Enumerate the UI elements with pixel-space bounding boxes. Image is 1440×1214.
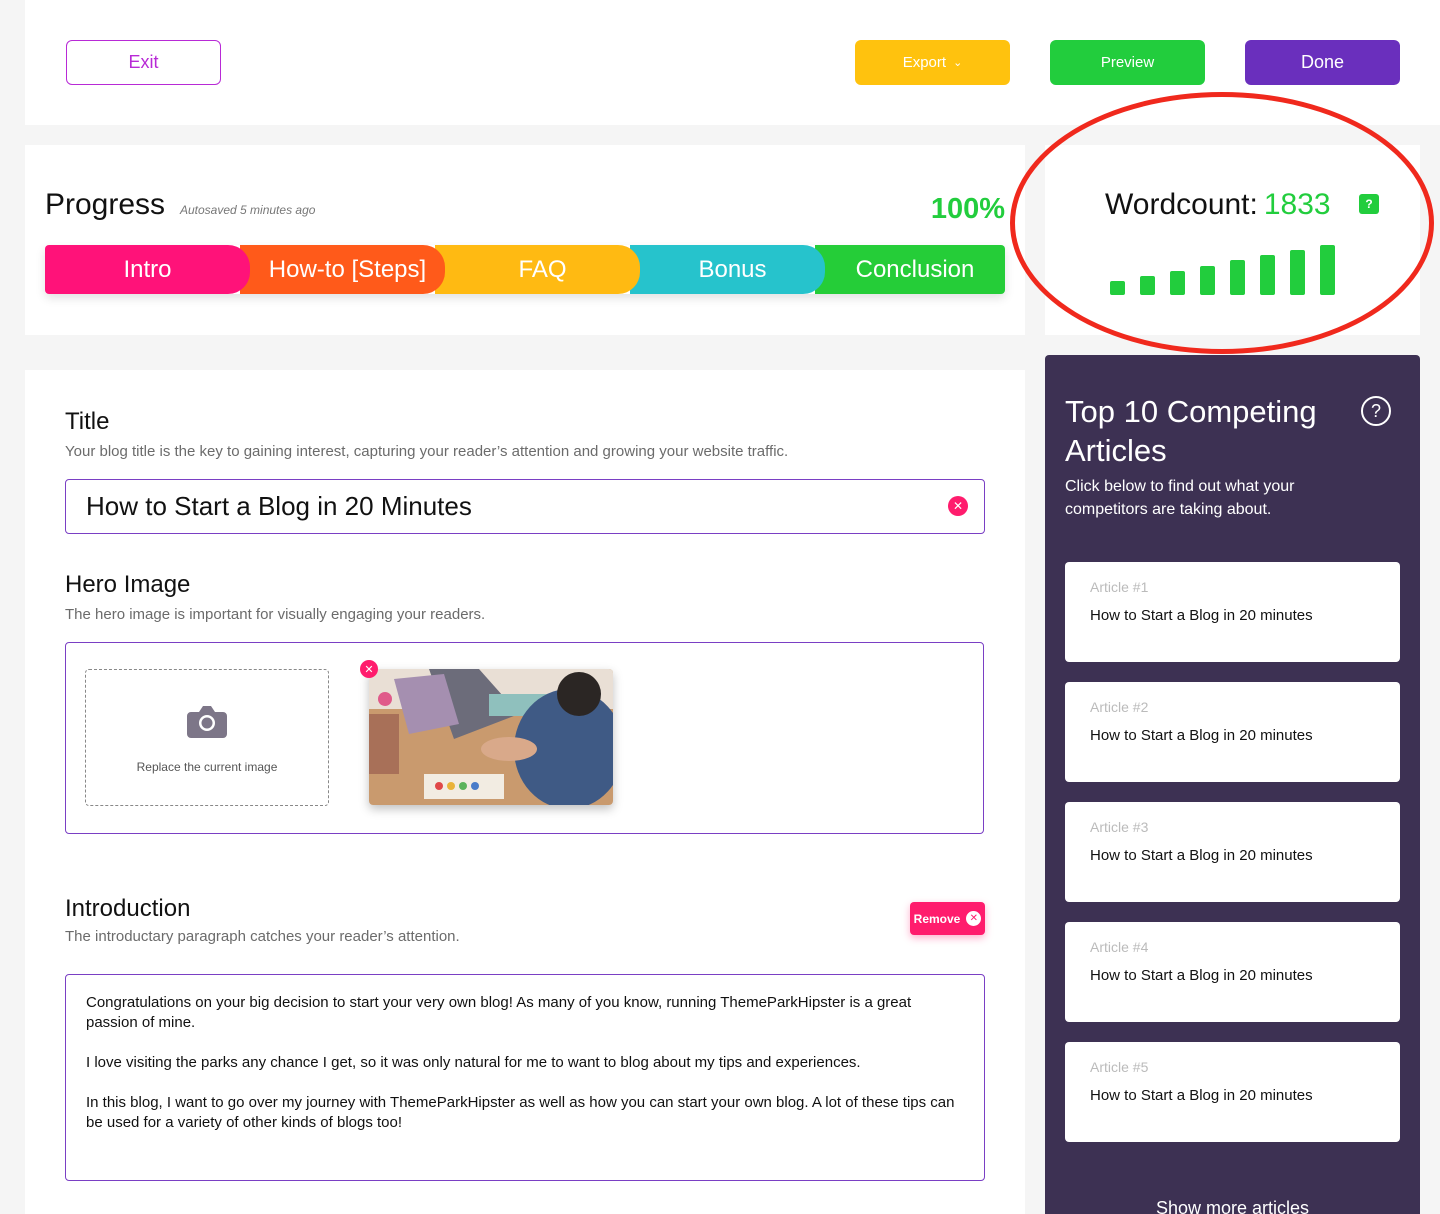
hero-description: The hero image is important for visually… xyxy=(65,606,486,623)
competitors-title: Top 10 Competing Articles xyxy=(1065,394,1317,468)
wordcount-bar xyxy=(1230,260,1245,295)
step-bonus[interactable]: Bonus xyxy=(630,245,825,294)
wordcount-bar xyxy=(1260,255,1275,295)
article-card[interactable]: Article #2 How to Start a Blog in 20 min… xyxy=(1065,682,1400,782)
article-number: Article #3 xyxy=(1090,819,1149,835)
wordcount-display: Wordcount: 1833 xyxy=(1105,188,1331,222)
done-label: Done xyxy=(1300,52,1345,72)
camera-icon xyxy=(187,706,227,738)
article-card[interactable]: Article #1 How to Start a Blog in 20 min… xyxy=(1065,562,1400,662)
intro-paragraph: In this blog, I want to go over my journ… xyxy=(86,1094,955,1131)
preview-label: Preview xyxy=(1100,54,1155,71)
progress-steps: Intro How-to [Steps] FAQ Bonus Conclusio… xyxy=(45,245,1005,294)
remove-image-icon[interactable]: ✕ xyxy=(360,660,378,678)
step-conclusion[interactable]: Conclusion xyxy=(815,245,1005,294)
article-title: How to Start a Blog in 20 minutes xyxy=(1090,727,1313,744)
export-button[interactable]: Export ⌄ xyxy=(855,40,1010,85)
wordcount-bar xyxy=(1200,265,1215,295)
article-card[interactable]: Article #4 How to Start a Blog in 20 min… xyxy=(1065,922,1400,1022)
preview-button[interactable]: Preview xyxy=(1050,40,1205,85)
clear-title-icon[interactable]: ✕ xyxy=(948,496,968,516)
show-more-articles-link[interactable]: Show more articles xyxy=(1045,1198,1420,1214)
title-input-value: How to Start a Blog in 20 Minutes xyxy=(86,491,472,521)
article-number: Article #2 xyxy=(1090,699,1149,715)
wordcount-bar xyxy=(1320,245,1335,295)
progress-title: Progress xyxy=(45,188,166,221)
progress-card: Progress Autosaved 5 minutes ago 100% In… xyxy=(25,145,1025,335)
article-title: How to Start a Blog in 20 minutes xyxy=(1090,607,1313,624)
intro-paragraph: I love visiting the parks any chance I g… xyxy=(86,1054,861,1071)
step-how-to[interactable]: How-to [Steps] xyxy=(240,245,445,294)
exit-label: Exit xyxy=(128,52,159,72)
wordcount-value: 1833 xyxy=(1263,188,1331,221)
wordcount-strength-bars xyxy=(1110,241,1340,295)
autosave-status: Autosaved 5 minutes ago xyxy=(180,203,316,217)
article-title: How to Start a Blog in 20 minutes xyxy=(1090,1087,1313,1104)
question-circle-icon[interactable]: ? xyxy=(1361,396,1391,426)
intro-heading: Introduction xyxy=(65,895,191,922)
close-icon: ✕ xyxy=(966,911,982,926)
remove-label: Remove xyxy=(913,911,961,926)
wordcount-bar xyxy=(1140,275,1155,295)
article-card[interactable]: Article #3 How to Start a Blog in 20 min… xyxy=(1065,802,1400,902)
step-intro[interactable]: Intro xyxy=(45,245,250,294)
article-card[interactable]: Article #5 How to Start a Blog in 20 min… xyxy=(1065,1042,1400,1142)
wordcount-bar xyxy=(1170,270,1185,295)
competitors-subtitle: Click below to find out what your compet… xyxy=(1065,478,1295,518)
hero-image-thumbnail xyxy=(369,669,613,805)
title-input[interactable]: How to Start a Blog in 20 Minutes ✕ xyxy=(65,479,985,534)
title-description: Your blog title is the key to gaining in… xyxy=(65,443,789,460)
progress-percent: 100% xyxy=(930,193,1005,225)
done-button[interactable]: Done xyxy=(1245,40,1400,85)
replace-image-label: Replace the current image xyxy=(136,760,278,774)
hero-image-box: Replace the current image ✕ xyxy=(65,642,984,834)
wordcount-help-icon[interactable]: ? xyxy=(1359,194,1379,214)
top-bar: Exit Export ⌄ Preview Done xyxy=(25,0,1440,125)
intro-paragraph: Congratulations on your big decision to … xyxy=(86,994,912,1031)
article-number: Article #1 xyxy=(1090,579,1149,595)
competitors-panel: Top 10 Competing Articles ? Click below … xyxy=(1045,355,1420,1214)
exit-button[interactable]: Exit xyxy=(66,40,221,85)
intro-textarea[interactable]: Congratulations on your big decision to … xyxy=(65,974,985,1181)
chevron-down-icon: ⌄ xyxy=(953,57,963,69)
intro-description: The introductary paragraph catches your … xyxy=(65,928,460,945)
title-heading: Title xyxy=(65,408,110,435)
article-title: How to Start a Blog in 20 minutes xyxy=(1090,847,1313,864)
wordcount-bar xyxy=(1290,250,1305,295)
article-title: How to Start a Blog in 20 minutes xyxy=(1090,967,1313,984)
wordcount-card: Wordcount: 1833 ? xyxy=(1045,145,1420,335)
hero-heading: Hero Image xyxy=(65,571,191,598)
remove-intro-button[interactable]: Remove ✕ xyxy=(910,902,985,935)
replace-image-dropzone[interactable]: Replace the current image xyxy=(85,669,329,806)
wordcount-bar xyxy=(1110,281,1125,295)
article-number: Article #4 xyxy=(1090,939,1149,955)
editor-card: Title Your blog title is the key to gain… xyxy=(25,370,1025,1214)
article-number: Article #5 xyxy=(1090,1059,1149,1075)
export-label: Export xyxy=(902,54,947,71)
wordcount-label: Wordcount: xyxy=(1105,188,1258,221)
step-faq[interactable]: FAQ xyxy=(435,245,640,294)
